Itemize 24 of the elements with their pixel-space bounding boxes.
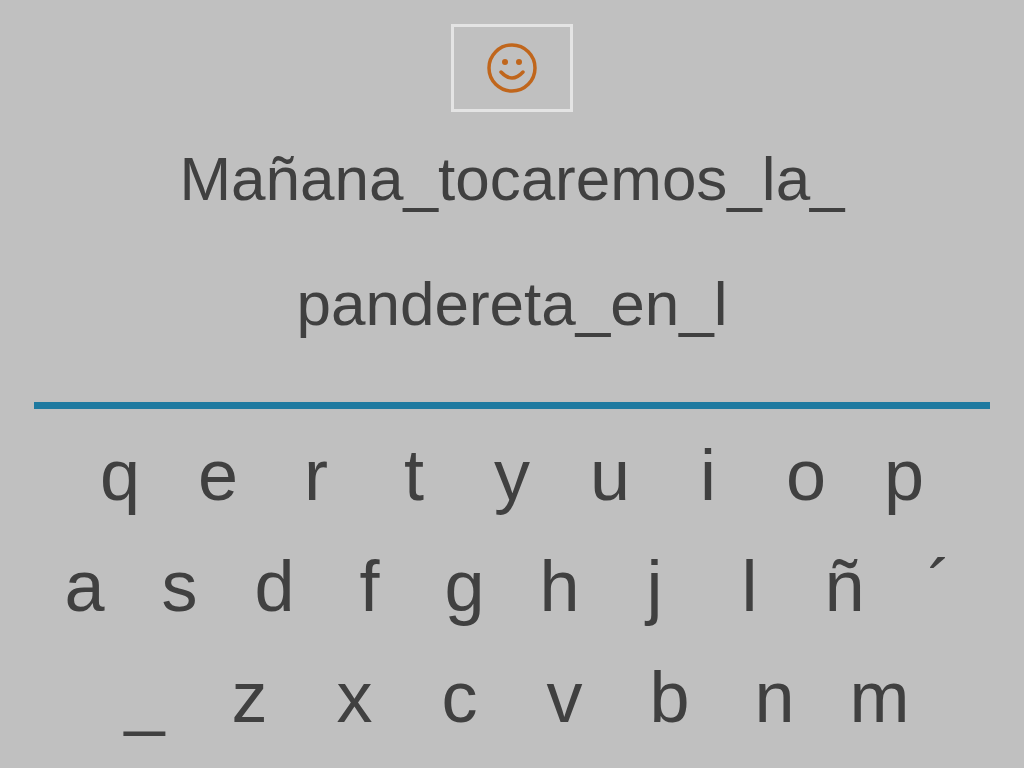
key[interactable]: d — [227, 549, 322, 622]
key[interactable]: z — [197, 660, 302, 733]
key[interactable]: n — [722, 660, 827, 733]
key[interactable]: h — [512, 549, 607, 622]
key[interactable]: c — [407, 660, 512, 733]
key[interactable]: v — [512, 660, 617, 733]
sentence-line: Mañana_tocaremos_la_ — [179, 143, 845, 215]
key[interactable]: o — [757, 438, 855, 511]
key[interactable]: ñ — [797, 549, 892, 622]
key[interactable]: m — [827, 660, 932, 733]
key[interactable]: u — [561, 438, 659, 511]
key[interactable]: x — [302, 660, 407, 733]
key[interactable]: s — [132, 549, 227, 622]
key[interactable]: i — [659, 438, 757, 511]
key[interactable]: r — [267, 438, 365, 511]
key[interactable]: f — [322, 549, 417, 622]
key[interactable]: ´ — [892, 549, 987, 622]
key[interactable]: e — [169, 438, 267, 511]
key[interactable]: l — [702, 549, 797, 622]
smiley-icon — [486, 42, 538, 94]
sentence-line: pandereta_en_l — [296, 268, 728, 340]
key[interactable]: t — [365, 438, 463, 511]
key[interactable]: b — [617, 660, 722, 733]
key[interactable]: a — [37, 549, 132, 622]
